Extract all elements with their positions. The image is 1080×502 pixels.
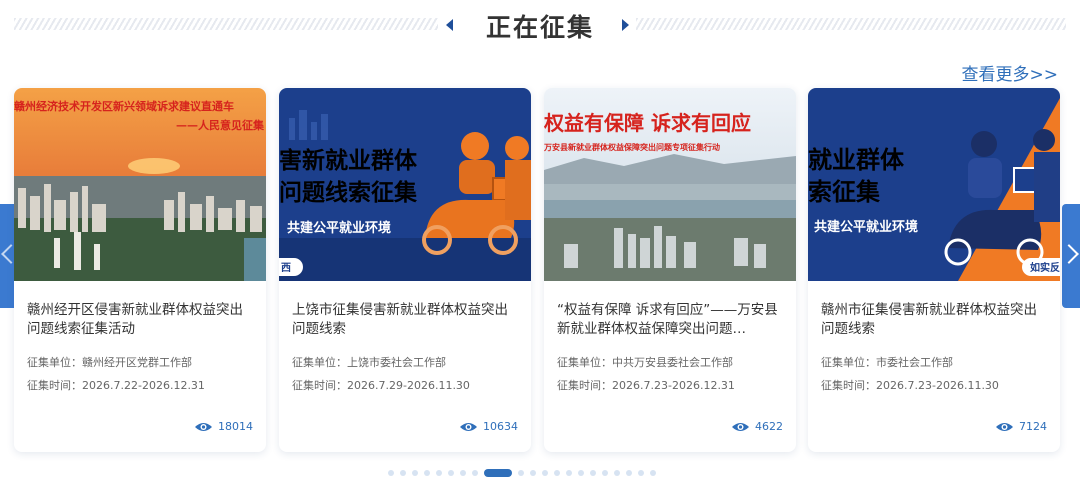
carousel-next-button[interactable] (1059, 204, 1080, 308)
card-image-delivery-poster[interactable]: 就业群体 索征集 共建公平就业环境 如实反 (808, 88, 1060, 281)
chevron-right-icon (1059, 244, 1079, 264)
pagination-dot[interactable] (614, 470, 620, 476)
card-image-city-sunset[interactable]: 赣州经济技术开发区新兴领域诉求建议直通车 ——人民意见征集 (14, 88, 266, 281)
unit-label: 征集单位： (557, 356, 612, 369)
view-more-link[interactable]: 查看更多>> (962, 60, 1059, 85)
card-image-riverside-city[interactable]: 权益有保障 诉求有回应 万安县新就业群体权益保障突出问题专项征集行动 (544, 88, 796, 281)
view-count-value: 10634 (483, 420, 518, 433)
collection-unit: 征集单位：赣州经开区党群工作部 (27, 354, 192, 370)
unit-value: 市委社会工作部 (876, 356, 953, 369)
pagination-dot[interactable] (590, 470, 596, 476)
pagination-dot-active[interactable] (484, 469, 512, 477)
view-count-value: 4622 (755, 420, 783, 433)
unit-label: 征集单位： (27, 356, 82, 369)
eye-icon (460, 422, 477, 431)
pagination-dot[interactable] (602, 470, 608, 476)
view-count: 18014 (194, 420, 253, 433)
time-value: 2026.7.29-2026.11.30 (347, 379, 470, 392)
pagination-dot[interactable] (436, 470, 442, 476)
poster-headline-line2: 索征集 (808, 178, 881, 206)
time-value: 2026.7.22-2026.12.31 (82, 379, 205, 392)
collection-unit: 征集单位：中共万安县委社会工作部 (557, 354, 733, 370)
pagination-dot[interactable] (542, 470, 548, 476)
eye-icon (732, 422, 749, 431)
poster-headline-line1: 就业群体 (808, 146, 905, 174)
pagination-dot[interactable] (472, 470, 478, 476)
pagination-dot[interactable] (650, 470, 656, 476)
pagination-dot[interactable] (424, 470, 430, 476)
pagination-dot[interactable] (554, 470, 560, 476)
title-arrow-right-icon (622, 19, 629, 31)
collection-card[interactable]: 权益有保障 诉求有回应 万安县新就业群体权益保障突出问题专项征集行动 “权益有保… (544, 88, 796, 452)
image-caption-primary: 权益有保障 诉求有回应 (544, 111, 751, 135)
time-value: 2026.7.23-2026.11.30 (876, 379, 999, 392)
title-arrow-left-icon (446, 19, 453, 31)
card-title[interactable]: 赣州经开区侵害新就业群体权益突出问题线索征集活动 (27, 301, 254, 339)
view-count: 4622 (731, 420, 783, 433)
card-title[interactable]: 赣州市征集侵害新就业群体权益突出问题线索 (821, 301, 1048, 339)
poster-headline-line1: 害新就业群体 (279, 147, 418, 174)
time-label: 征集时间： (27, 379, 82, 392)
pagination-dot[interactable] (638, 470, 644, 476)
poster-slogan: 共建公平就业环境 (287, 220, 391, 236)
pagination-dot[interactable] (566, 470, 572, 476)
pagination-dot[interactable] (530, 470, 536, 476)
section-title: 正在征集 (485, 13, 594, 42)
collection-card[interactable]: 赣州经济技术开发区新兴领域诉求建议直通车 ——人民意见征集 赣州经开区侵害新就业… (14, 88, 266, 452)
image-caption-secondary: ——人民意见征集 (176, 118, 265, 132)
collection-time: 征集时间：2026.7.29-2026.11.30 (292, 377, 470, 393)
eye-icon (996, 422, 1013, 431)
pagination-dot[interactable] (460, 470, 466, 476)
pagination-dot[interactable] (626, 470, 632, 476)
collection-card[interactable]: 害新就业群体 问题线索征集 共建公平就业环境 西 上饶市征集侵害新就业群体权益突… (279, 88, 531, 452)
poster-slogan: 共建公平就业环境 (814, 219, 918, 235)
time-label: 征集时间： (292, 379, 347, 392)
poster-badge: 西 (281, 262, 291, 274)
view-count-value: 18014 (218, 420, 253, 433)
pagination-dot[interactable] (412, 470, 418, 476)
pagination-dot[interactable] (448, 470, 454, 476)
collection-card[interactable]: 就业群体 索征集 共建公平就业环境 如实反 赣州市征集侵害新就业群体权益突出问题… (808, 88, 1060, 452)
title-decoration-right (636, 18, 1066, 30)
view-count: 10634 (459, 420, 518, 433)
carousel-pagination (388, 469, 656, 477)
collection-time: 征集时间：2026.7.23-2026.12.31 (557, 377, 735, 393)
poster-headline-line2: 问题线索征集 (279, 179, 418, 206)
unit-value: 上饶市委社会工作部 (347, 356, 446, 369)
unit-label: 征集单位： (821, 356, 876, 369)
view-count-value: 7124 (1019, 420, 1047, 433)
pagination-dot[interactable] (518, 470, 524, 476)
image-caption-secondary: 万安县新就业群体权益保障突出问题专项征集行动 (544, 142, 720, 152)
poster-badge: 如实反 (1030, 261, 1060, 274)
unit-value: 赣州经开区党群工作部 (82, 356, 192, 369)
pagination-dot[interactable] (578, 470, 584, 476)
collection-unit: 征集单位：市委社会工作部 (821, 354, 953, 370)
collection-unit: 征集单位：上饶市委社会工作部 (292, 354, 446, 370)
unit-label: 征集单位： (292, 356, 347, 369)
title-decoration-left (14, 18, 438, 30)
card-title[interactable]: 上饶市征集侵害新就业群体权益突出问题线索 (292, 301, 519, 339)
time-label: 征集时间： (557, 379, 612, 392)
time-label: 征集时间： (821, 379, 876, 392)
eye-icon (195, 422, 212, 431)
time-value: 2026.7.23-2026.12.31 (612, 379, 735, 392)
pagination-dot[interactable] (400, 470, 406, 476)
pagination-dot[interactable] (388, 470, 394, 476)
collection-time: 征集时间：2026.7.22-2026.12.31 (27, 377, 205, 393)
card-image-delivery-poster[interactable]: 害新就业群体 问题线索征集 共建公平就业环境 西 (279, 88, 531, 281)
view-count: 7124 (995, 420, 1047, 433)
image-caption-primary: 赣州经济技术开发区新兴领域诉求建议直通车 (14, 99, 234, 113)
collection-time: 征集时间：2026.7.23-2026.11.30 (821, 377, 999, 393)
unit-value: 中共万安县委社会工作部 (612, 356, 733, 369)
card-title[interactable]: “权益有保障 诉求有回应”——万安县新就业群体权益保障突出问题… (557, 301, 784, 339)
